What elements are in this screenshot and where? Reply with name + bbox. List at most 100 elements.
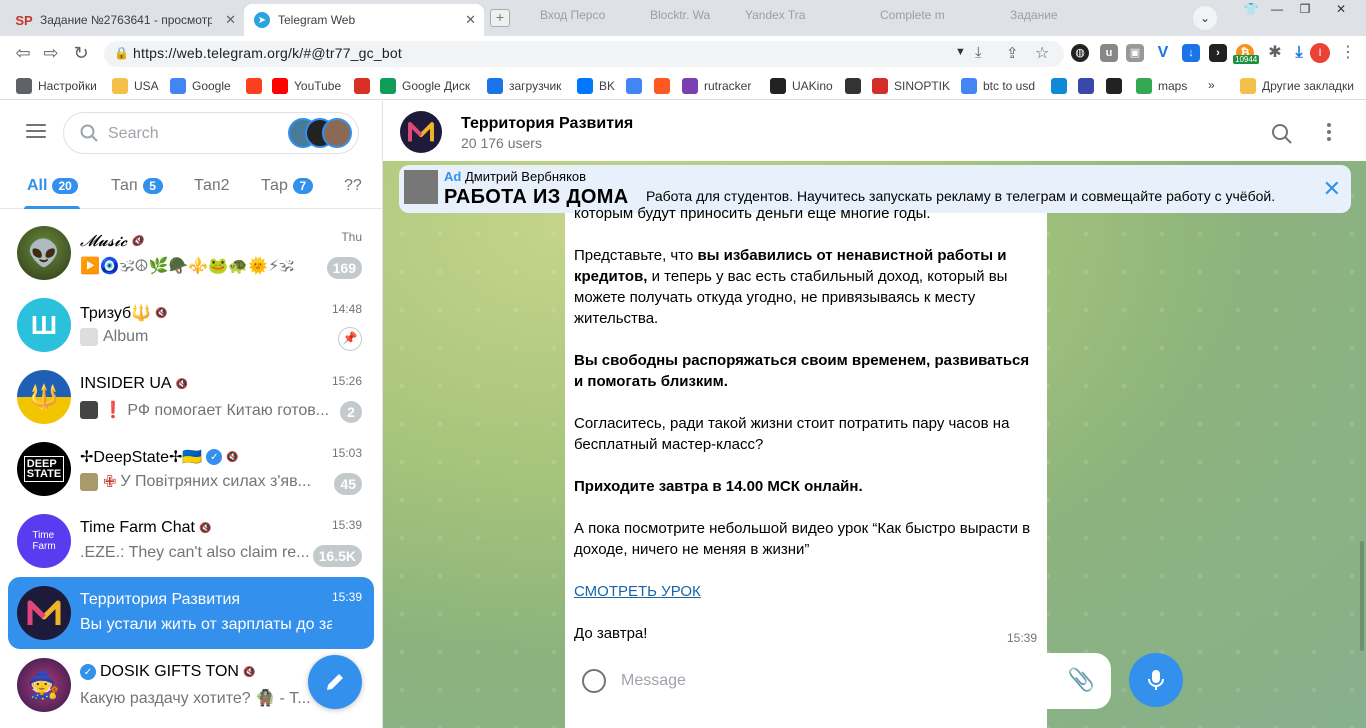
download-extension-icon[interactable]: ↓ [1182,44,1200,62]
bookmark-item[interactable] [626,78,648,94]
folder-count-badge: 5 [142,178,163,194]
puzzle-icon[interactable]: ✱ [1266,44,1284,62]
bookmark-item[interactable]: Google Диск [380,78,470,94]
stories-strip[interactable] [288,118,352,148]
emoji-icon[interactable] [582,669,606,693]
pencil-icon [327,674,343,690]
bookmark-item[interactable] [354,78,376,94]
watch-lesson-link[interactable]: СМОТРЕТЬ УРОК [574,581,701,602]
close-tab-icon[interactable]: ✕ [465,12,476,28]
reload-icon[interactable]: ↻ [70,43,92,63]
v-extension-icon[interactable]: V [1154,44,1172,62]
tab-unknown[interactable]: ?? [344,177,362,195]
browser-tab-ghost[interactable]: Вход Персо [540,8,630,30]
chat-item-insider-ua[interactable]: 🔱 INSIDER UA 🔇 ❗ РФ помогает Китаю готов.… [8,361,374,433]
browser-tab-ghost[interactable]: Yandex Tra [745,8,835,30]
profile-avatar[interactable]: I [1310,43,1330,63]
chat-list-sidebar: Search All 20 Тап 5 Тап2 Тар 7 ?? 👽 𝓜𝓾𝓼𝓲… [0,101,383,728]
bookmark-item[interactable] [654,78,676,94]
scrollbar[interactable] [1360,541,1364,651]
chat-avatar[interactable] [400,111,442,153]
maximize-button[interactable]: ❐ [1290,0,1320,20]
attach-icon[interactable]: 📎 [1068,667,1095,693]
bookmark-item[interactable]: UAKino [770,78,833,94]
kebab-menu-icon[interactable]: ⋮ [1340,42,1356,62]
muted-icon: 🔇 [131,235,144,247]
chat-item-tryzub[interactable]: Ш Тризуб🔱 🔇 Album 14:48 📌 [8,289,374,361]
browser-tab-ghost[interactable]: Blocktr. Wa [650,8,740,30]
search-icon[interactable] [1271,123,1293,145]
link-text[interactable]: СМОТРЕТЬ УРОК [574,583,701,600]
bookmark-item[interactable]: btc to usd [961,78,1035,94]
chat-name-text: Time Farm Chat [80,519,195,536]
compose-button[interactable] [308,655,362,709]
bookmark-item[interactable]: USA [112,78,159,94]
back-arrow-icon[interactable]: ⇦ [12,43,34,63]
dropdown-icon[interactable]: ▼ [955,46,966,58]
bookmark-item[interactable]: загрузчик [487,78,561,94]
bookmark-item[interactable]: Другие закладки [1240,78,1354,94]
bookmark-item[interactable]: SINOPTIK [872,78,950,94]
chat-time: Thu [341,230,362,244]
chat-item-music[interactable]: 👽 𝓜𝓾𝓼𝓲𝓬 🔇 ▶️🧿🕉☮🌿🪖⚜️🐸🐢🌞⚡🕉 Thu 169 [8,217,374,289]
chat-item-deepstate[interactable]: DEEP STATE ✢DeepState✢🇺🇦 ✓ 🔇 ✙ У Повітряних … [8,433,374,505]
vpn-extension-icon[interactable]: ◍ [1071,44,1089,62]
bookmark-item[interactable] [1051,78,1073,94]
minimize-button[interactable]: — [1262,0,1292,20]
share-icon[interactable]: ⇪ [1006,44,1019,62]
ublock-icon[interactable]: u [1100,44,1118,62]
message-input[interactable]: Message [621,672,686,690]
bookmark-label: maps [1158,79,1188,93]
browser-tab-ghost[interactable]: Задание [1010,8,1100,30]
story-avatar[interactable] [322,118,352,148]
telegram-icon: ➤ [254,12,270,28]
message-paragraph: Согласитесь, ради такой жизни стоит потр… [574,415,1010,453]
forward-arrow-icon[interactable]: ⇨ [40,43,62,63]
media-thumb-icon [80,473,98,491]
browser-tab-telegram[interactable]: ➤ Telegram Web ✕ [244,4,484,36]
tab-search-button[interactable]: ⌄ [1193,6,1217,30]
briefcase-icon[interactable]: ▣ [1126,44,1144,62]
chat-name-text: DOSIK GIFTS TON [100,663,239,680]
bookmark-item[interactable]: rutracker [682,78,751,94]
chat-item-territoriya-razvitiya[interactable]: Территория Развития Вы устали жить от за… [8,577,374,649]
close-window-button[interactable]: ✕ [1326,0,1356,20]
install-app-icon[interactable]: ⤓ [975,44,982,61]
downloads-icon[interactable]: ⤓ [1290,44,1308,62]
bookmark-item[interactable]: Google [170,78,231,94]
close-ad-icon[interactable]: ✕ [1323,176,1341,202]
browser-tab-task[interactable]: SP Задание №2763641 - просмотр за ✕ [6,4,244,36]
chat-header[interactable]: Территория Развития 20 176 users [383,101,1366,161]
message-composer[interactable]: Message 📎 [566,653,1111,709]
search-input[interactable]: Search [63,112,359,154]
more-options-icon[interactable] [1327,123,1331,144]
bookmark-star-icon[interactable]: ☆ [1035,43,1049,63]
tab-tap[interactable]: Тап 5 [111,177,163,195]
tab-tar[interactable]: Тар 7 [261,177,313,195]
bookmark-item[interactable]: YouTube [272,78,341,94]
bookmark-item[interactable]: BK [577,78,615,94]
bookmark-item[interactable] [1106,78,1128,94]
chat-item-time-farm[interactable]: Time Farm Time Farm Chat 🔇 .EZE.: They can… [8,505,374,577]
emblem-icon: ✙ [103,474,117,491]
url-text[interactable]: https://web.telegram.org/k/#@tr77_gc_bot [133,45,402,61]
tab-all[interactable]: All 20 [27,177,78,195]
unread-badge: 2 [340,401,362,423]
yandex-icon [246,78,262,94]
bookmark-item[interactable] [845,78,867,94]
bc-icon [1106,78,1122,94]
menu-hamburger-icon[interactable] [26,124,46,138]
message-bubble[interactable]: которым будут приносить деньги еще многи… [565,205,1047,728]
bookmark-item[interactable]: » [1208,78,1215,92]
new-tab-button[interactable]: + [490,9,510,27]
terminal-extension-icon[interactable]: › [1209,44,1227,62]
bookmark-item[interactable] [246,78,268,94]
bookmark-item[interactable]: maps [1136,78,1187,94]
bookmark-item[interactable] [1078,78,1100,94]
close-tab-icon[interactable]: ✕ [225,12,236,28]
bookmark-item[interactable]: Настройки [16,78,97,94]
tab-tap2[interactable]: Тап2 [194,177,230,195]
voice-record-button[interactable] [1129,653,1183,707]
browser-tab-ghost[interactable]: Complete m [880,8,970,30]
lock-icon[interactable]: 🔒 [114,46,129,60]
